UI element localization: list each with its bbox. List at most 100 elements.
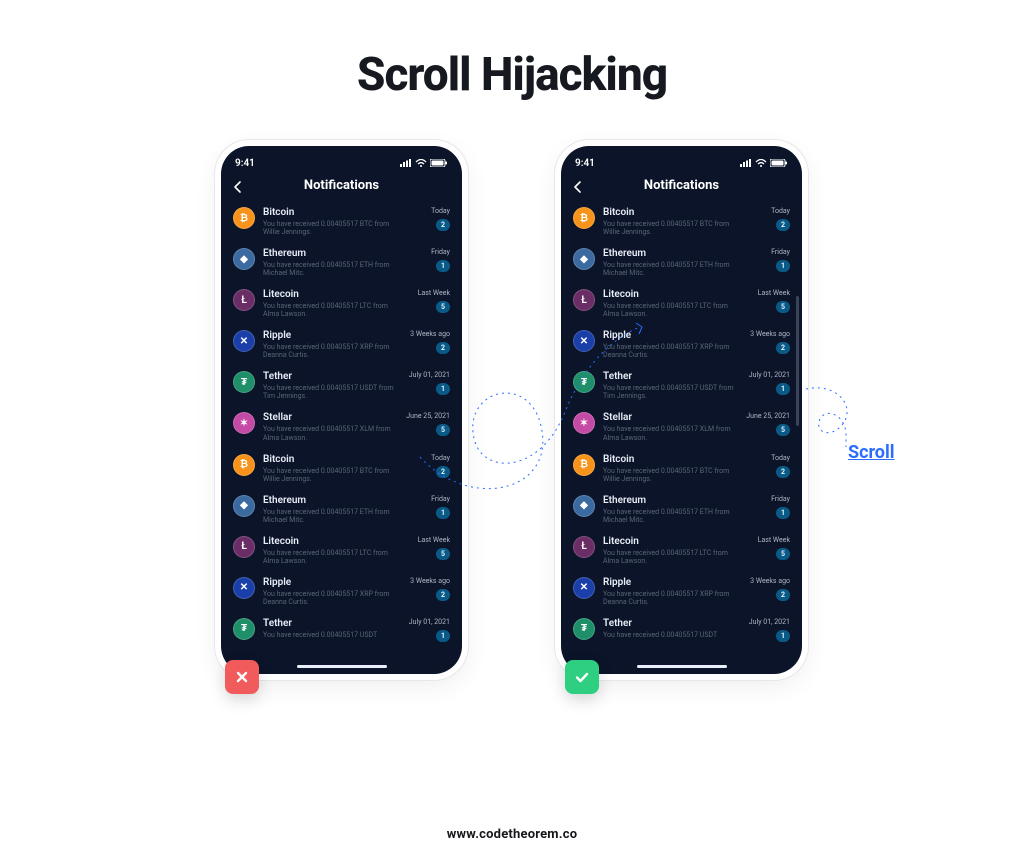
coin-icon: Ł <box>233 289 255 311</box>
phone-right: 9:41 Notifications ₿BitcoinYou have rece… <box>555 140 808 680</box>
row-desc: You have received 0.00405517 XRP from De… <box>263 590 403 606</box>
row-desc: You have received 0.00405517 LTC from Al… <box>263 302 403 318</box>
coin-icon: ₮ <box>233 371 255 393</box>
row-info: TetherYou have received 0.00405517 USDT <box>263 618 405 639</box>
row-desc: You have received 0.00405517 USDT <box>263 631 403 639</box>
row-time: July 01, 2021 <box>749 371 790 379</box>
row-info: StellarYou have received 0.00405517 XLM … <box>263 412 402 441</box>
list-item[interactable]: ₿BitcoinYou have received 0.00405517 BTC… <box>225 448 458 489</box>
row-desc: You have received 0.00405517 XRP from De… <box>603 343 743 359</box>
list-item[interactable]: ◆EthereumYou have received 0.00405517 ET… <box>225 489 458 530</box>
row-info: RippleYou have received 0.00405517 XRP f… <box>263 577 406 606</box>
list-item[interactable]: Ł Litecoin You have received 0.00405517 LT… <box>225 283 458 324</box>
row-time: Today <box>771 454 790 462</box>
list-item[interactable]: ✕RippleYou have received 0.00405517 XRP … <box>565 324 798 365</box>
count-badge: 2 <box>436 342 450 354</box>
battery-icon <box>770 159 788 167</box>
list-item[interactable]: ✕RippleYou have received 0.00405517 XRP … <box>225 324 458 365</box>
coin-name: Litecoin <box>603 536 754 547</box>
coin-name: Ethereum <box>263 495 427 506</box>
row-info: Litecoin You have received 0.00405517 LTC… <box>263 536 414 565</box>
list-item[interactable]: ◆ Ethereum You have received 0.00405517 ET… <box>565 489 798 530</box>
count-badge: 1 <box>436 260 450 272</box>
row-time: Last Week <box>418 289 450 297</box>
row-desc: You have received 0.00405517 BTC from Wi… <box>603 220 743 236</box>
row-time: Last Week <box>418 536 450 544</box>
list-item[interactable]: ₮TetherYou have received 0.00405517 USDT… <box>225 612 458 648</box>
row-info: TetherYou have received 0.00405517 USDT … <box>263 371 405 400</box>
list-item[interactable]: ◆EthereumYou have received 0.00405517 ET… <box>225 242 458 283</box>
row-meta: Today2 <box>431 454 450 478</box>
count-badge: 2 <box>776 589 790 601</box>
home-indicator <box>297 665 387 668</box>
list-item[interactable]: ₿BitcoinYou have received 0.00405517 BTC… <box>565 201 798 242</box>
list-item[interactable]: ₮TetherYou have received 0.00405517 USDT… <box>565 365 798 406</box>
row-time: 3 Weeks ago <box>750 577 790 585</box>
coin-icon: ₮ <box>573 371 595 393</box>
list-item[interactable]: ◆EthereumYou have received 0.00405517 ET… <box>565 242 798 283</box>
row-desc: You have received 0.00405517 LTC from Al… <box>603 302 743 318</box>
count-badge: 2 <box>436 219 450 231</box>
count-badge: 5 <box>776 424 790 436</box>
list-item[interactable]: ₮TetherYou have received 0.00405517 USDT… <box>565 612 798 648</box>
close-icon <box>234 669 250 685</box>
row-meta: July 01, 20211 <box>749 618 790 642</box>
notification-list-left[interactable]: ₿BitcoinYou have received 0.00405517 BTC… <box>221 201 462 662</box>
row-desc: You have received 0.00405517 BTC from Wi… <box>263 220 403 236</box>
row-desc: You have received 0.00405517 ETH from Mi… <box>263 261 403 277</box>
row-desc: You have received 0.00405517 LTC from Al… <box>263 549 403 565</box>
coin-name: Bitcoin <box>603 454 767 465</box>
nav-title: Notifications <box>571 178 792 193</box>
list-item[interactable]: ₮ TetherYou have received 0.00405517 USDT… <box>225 365 458 406</box>
row-meta: Friday1 <box>771 248 790 272</box>
row-desc: You have received 0.00405517 BTC from Wi… <box>603 467 743 483</box>
row-meta: Last Week5 <box>418 289 450 313</box>
row-desc: You have received 0.00405517 USDT from T… <box>603 384 743 400</box>
row-meta: July 01, 20211 <box>409 618 450 642</box>
row-meta: 3 Weeks ago2 <box>410 577 450 601</box>
scrollbar[interactable] <box>796 296 799 426</box>
row-time: Friday <box>431 495 450 503</box>
status-bar: 9:41 <box>561 152 802 174</box>
signal-icon <box>400 159 412 167</box>
list-item[interactable]: ✶StellarYou have received 0.00405517 XLM… <box>565 406 798 447</box>
row-desc: You have received 0.00405517 XRP from De… <box>603 590 743 606</box>
coin-name: Tether <box>263 371 405 382</box>
list-item[interactable]: ₿BitcoinYou have received 0.00405517 BTC… <box>565 448 798 489</box>
row-info: BitcoinYou have received 0.00405517 BTC … <box>263 207 427 236</box>
row-meta: Friday1 <box>431 248 450 272</box>
coin-icon: ◆ <box>573 495 595 517</box>
row-meta: Today2 <box>431 207 450 231</box>
coin-name: Ethereum <box>603 495 767 506</box>
row-meta: Today2 <box>771 207 790 231</box>
row-time: 3 Weeks ago <box>410 330 450 338</box>
count-badge: 1 <box>776 383 790 395</box>
coin-name: Litecoin <box>263 289 414 300</box>
row-info: Ethereum You have received 0.00405517 ETH… <box>603 495 767 524</box>
notification-list-right[interactable]: ₿BitcoinYou have received 0.00405517 BTC… <box>561 201 802 662</box>
coin-name: Litecoin <box>263 536 414 547</box>
list-item[interactable]: ✕RippleYou have received 0.00405517 XRP … <box>565 571 798 612</box>
list-item[interactable]: ₿BitcoinYou have received 0.00405517 BTC… <box>225 201 458 242</box>
list-item[interactable]: ✶StellarYou have received 0.00405517 XLM… <box>225 406 458 447</box>
status-icons <box>400 159 448 167</box>
row-info: Litecoin You have received 0.00405517 LTC… <box>263 289 414 318</box>
good-chip <box>565 660 599 694</box>
list-item[interactable]: ŁLitecoinYou have received 0.00405517 LT… <box>565 530 798 571</box>
row-time: 3 Weeks ago <box>410 577 450 585</box>
coin-icon: ◆ <box>573 248 595 270</box>
row-desc: You have received 0.00405517 ETH from Mi… <box>603 261 743 277</box>
row-meta: Last Week5 <box>758 536 790 560</box>
coin-icon: ✕ <box>573 577 595 599</box>
phone-left: 9:41 Notifications ₿BitcoinYou have rece… <box>215 140 468 680</box>
row-time: Last Week <box>758 289 790 297</box>
row-meta: Friday1 <box>771 495 790 519</box>
signal-icon <box>740 159 752 167</box>
row-meta: June 25, 20215 <box>406 412 450 436</box>
nav-bar: Notifications <box>221 174 462 201</box>
list-item[interactable]: ŁLitecoinYou have received 0.00405517 LT… <box>225 530 458 571</box>
coin-name: Stellar <box>603 412 742 423</box>
list-item[interactable]: ✕RippleYou have received 0.00405517 XRP … <box>225 571 458 612</box>
list-item[interactable]: ŁLitecoinYou have received 0.00405517 LT… <box>565 283 798 324</box>
row-desc: You have received 0.00405517 ETH from Mi… <box>603 508 743 524</box>
